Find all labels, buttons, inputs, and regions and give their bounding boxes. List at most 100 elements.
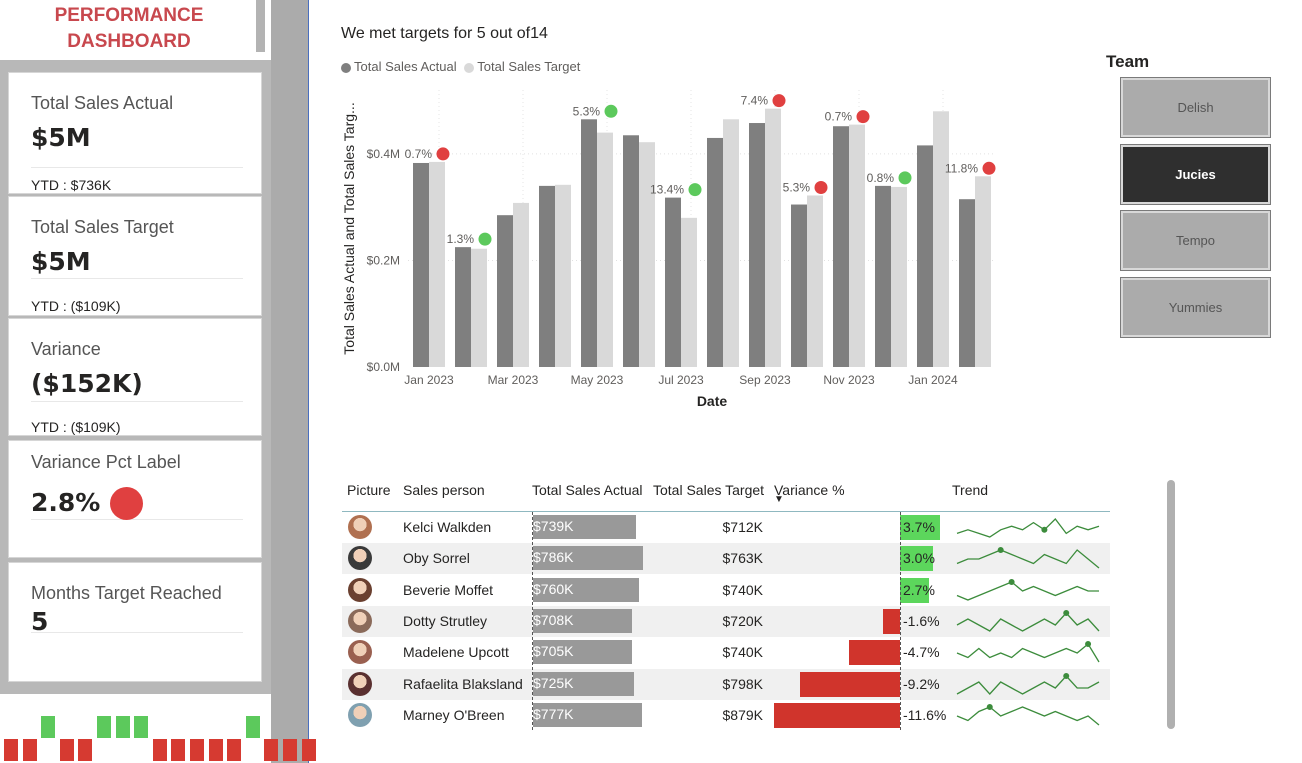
variance-data-label: 5.3%: [783, 180, 811, 194]
variance-data-label: 11.8%: [945, 161, 978, 175]
bar-actual: [455, 247, 471, 367]
y-tick-label: $0.2M: [367, 253, 400, 267]
table-row[interactable]: Marney O'Breen $777K $879K -11.6%: [342, 700, 1110, 731]
bar-target: [681, 217, 697, 367]
col-header-total-sales-actual[interactable]: Total Sales Actual: [532, 482, 643, 498]
actual-value: $708K: [533, 611, 574, 628]
card-value: ($152K): [31, 369, 143, 398]
table-scrollbar[interactable]: [1167, 480, 1175, 729]
trend-peak-marker: [1063, 672, 1070, 679]
card-value: $5M: [31, 123, 91, 152]
bar-target: [975, 176, 991, 367]
month-indicator-missed: [301, 739, 316, 761]
bar-actual: [413, 162, 429, 367]
bar-target: [513, 202, 529, 367]
table-row[interactable]: Kelci Walkden $739K $712K 3.7%: [342, 512, 1110, 543]
month-indicator-met: [245, 716, 260, 738]
trend-peak-marker: [986, 703, 993, 710]
trend-peak-marker: [1041, 526, 1048, 533]
card-label: Total Sales Target: [31, 217, 174, 237]
divider-strip: [271, 0, 308, 763]
col-header-total-sales-target[interactable]: Total Sales Target: [653, 482, 764, 498]
card-value: 2.8%: [31, 488, 101, 517]
team-option-yummies[interactable]: Yummies: [1120, 277, 1271, 338]
col-header-picture[interactable]: Picture: [347, 482, 391, 498]
title-line-1: PERFORMANCE: [54, 5, 204, 26]
target-value: $740K: [722, 581, 763, 598]
trend-sparkline: [956, 609, 1100, 632]
variance-marker-green: [898, 171, 912, 185]
target-value: $798K: [722, 675, 763, 692]
bar-target: [849, 124, 865, 367]
actual-value: $705K: [533, 643, 574, 660]
table-row[interactable]: Rafaelita Blaksland $725K $798K -9.2%: [342, 668, 1110, 700]
trend-peak-marker: [1008, 578, 1015, 585]
trend-sparkline: [956, 641, 1100, 663]
month-indicator-missed: [59, 739, 74, 761]
card-label: Total Sales Actual: [31, 93, 174, 113]
card-divider: [31, 519, 243, 520]
trend-line: [956, 706, 1100, 726]
sales-person-name: Rafaelita Blaksland: [403, 675, 523, 692]
bar-actual: [749, 123, 765, 368]
canvas-border: [308, 0, 309, 763]
bar-target: [639, 142, 655, 367]
legend-swatch-target: [464, 62, 475, 73]
trend-line: [956, 611, 1100, 632]
col-header-sales-person[interactable]: Sales person: [403, 482, 485, 498]
variance-marker-red: [982, 161, 996, 175]
team-option-delish[interactable]: Delish: [1120, 77, 1271, 138]
col-header-variance[interactable]: Variance %: [774, 482, 845, 498]
month-indicator-missed: [190, 739, 204, 761]
month-indicator-met: [134, 716, 149, 738]
variance-marker-red: [814, 180, 828, 194]
table-row[interactable]: Dotty Strutley $708K $720K -1.6%: [342, 605, 1110, 637]
card-ytd: YTD : ($109K): [31, 419, 121, 435]
month-indicator-missed: [171, 739, 186, 761]
bar-target: [807, 195, 823, 367]
trend-line: [956, 518, 1100, 538]
bar-target: [471, 248, 487, 367]
month-indicator-met: [97, 716, 111, 738]
trend-peak-marker: [1063, 609, 1070, 616]
variance-data-bar: [773, 702, 900, 728]
variance-value: -11.6%: [903, 706, 947, 723]
variance-value: -9.2%: [903, 675, 940, 692]
trend-sparkline: [956, 578, 1099, 601]
actual-value: $725K: [533, 674, 574, 691]
actual-value: $786K: [533, 549, 574, 566]
variance-data-label: 7.4%: [741, 94, 769, 108]
table-row[interactable]: Madelene Upcott $705K $740K -4.7%: [342, 637, 1110, 668]
card-total-sales-target: Total Sales Target $5M YTD : ($109K): [8, 196, 262, 316]
target-value: $720K: [722, 612, 763, 629]
card-variance: Variance ($152K) YTD : ($109K): [8, 318, 262, 436]
variance-marker-green: [688, 183, 702, 197]
legend-swatch-actual: [341, 62, 351, 73]
dashboard-title: PERFORMANCE DASHBOARD: [0, 0, 258, 56]
bar-actual: [959, 199, 975, 367]
variance-marker-red: [772, 94, 786, 108]
month-indicator-strip: [0, 700, 316, 763]
bar-target: [429, 161, 445, 367]
bar-actual: [665, 197, 681, 367]
table-row[interactable]: Beverie Moffet $760K $740K 2.7%: [342, 575, 1110, 606]
trend-line: [956, 643, 1100, 663]
variance-data-bar: [882, 608, 900, 634]
table-row[interactable]: Oby Sorrel $786K $763K 3.0%: [342, 543, 1110, 575]
month-indicator-met: [41, 716, 56, 738]
chart-legend: Total Sales Actual Total Sales Target: [341, 59, 580, 74]
x-tick-label: Nov 2023: [823, 373, 875, 387]
avatar: [348, 515, 372, 539]
bar-actual: [875, 185, 891, 367]
x-tick-label: Sep 2023: [739, 373, 791, 387]
card-months-target-reached: Months Target Reached 5: [8, 562, 262, 682]
team-option-jucies[interactable]: Jucies: [1120, 144, 1271, 205]
y-tick-label: $0.0M: [367, 360, 400, 374]
team-option-tempo[interactable]: Tempo: [1120, 210, 1271, 271]
target-value: $740K: [722, 644, 763, 661]
trend-line: [956, 674, 1100, 695]
card-total-sales-actual: Total Sales Actual $5M YTD : $736K: [8, 72, 262, 194]
month-indicator-missed: [283, 739, 297, 761]
col-header-trend[interactable]: Trend: [952, 482, 988, 498]
avatar: [348, 577, 372, 602]
